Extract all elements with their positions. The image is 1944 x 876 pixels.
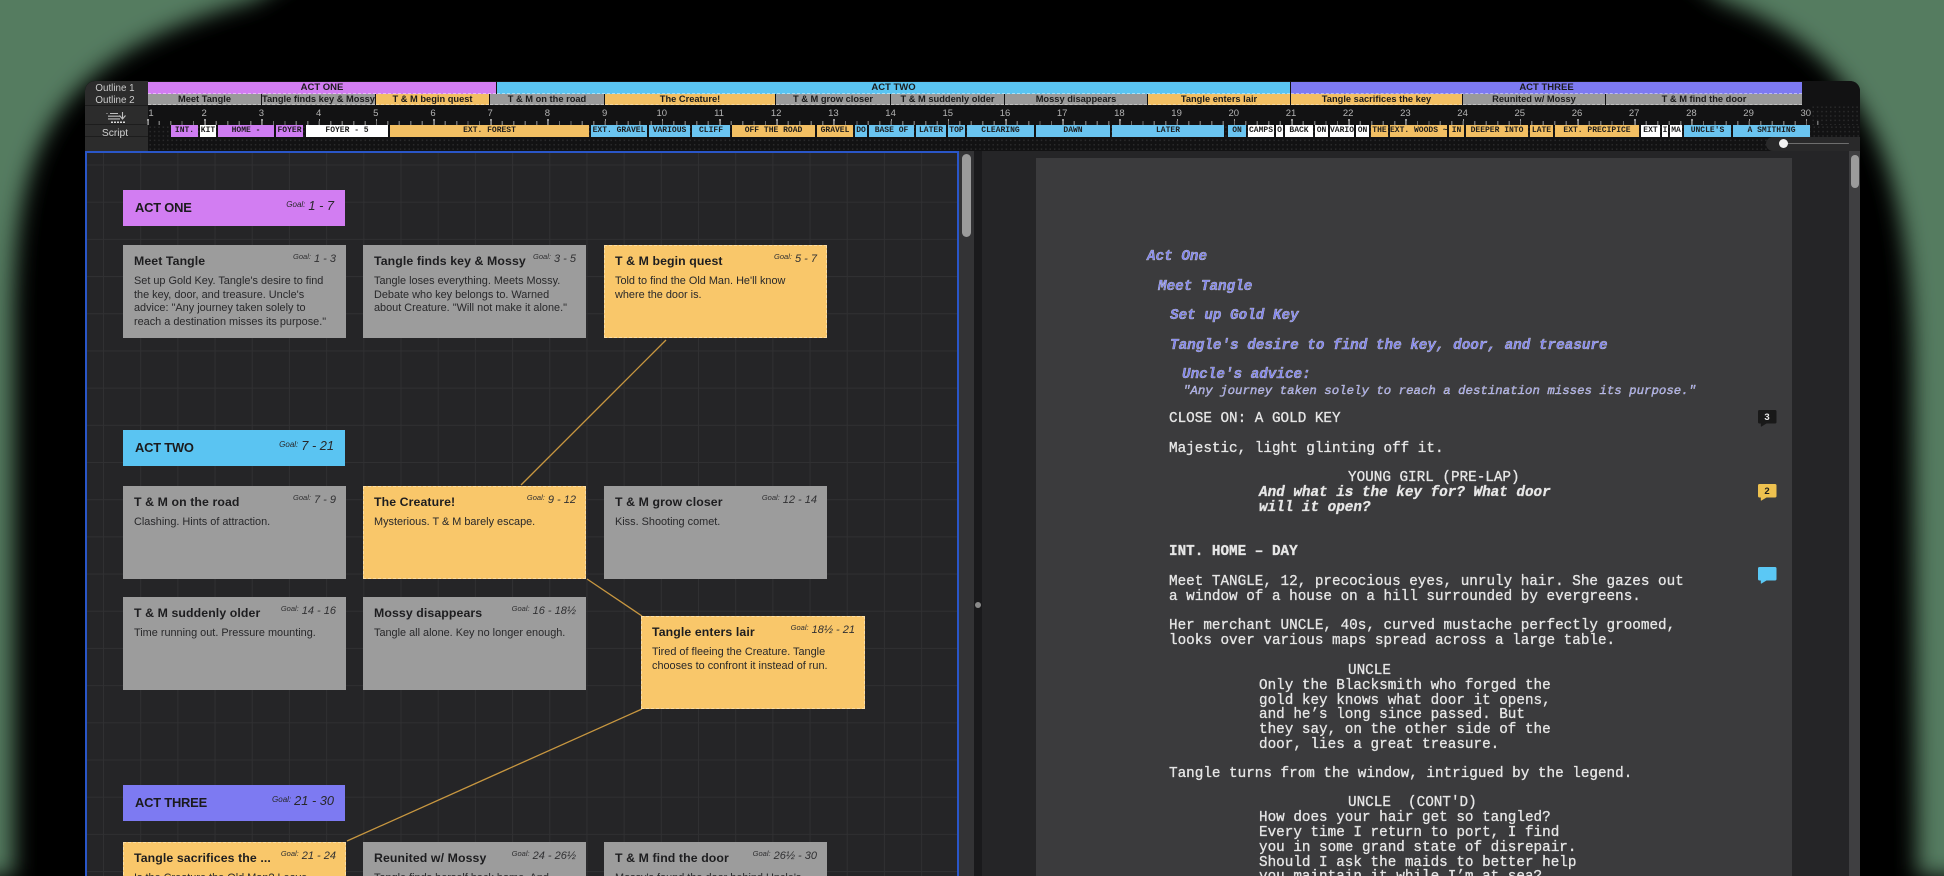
svg-text:3: 3	[1764, 412, 1769, 423]
svg-text:2: 2	[1764, 486, 1769, 497]
